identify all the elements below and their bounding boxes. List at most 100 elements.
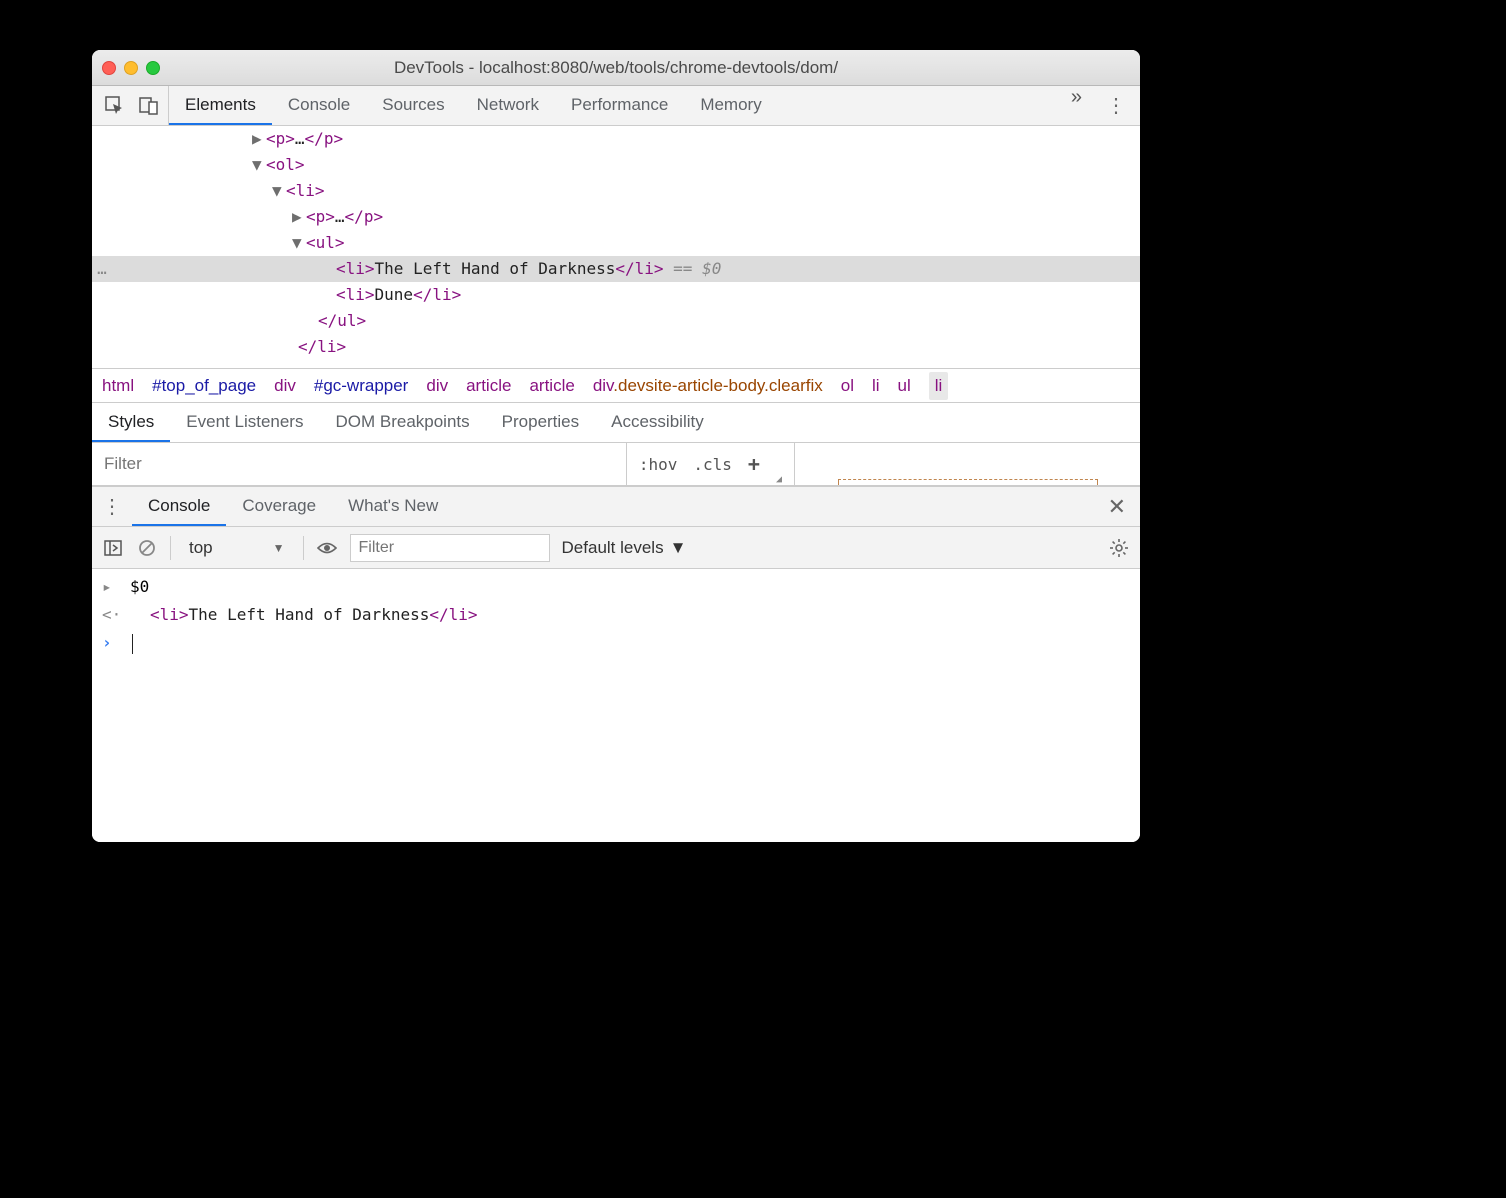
drawer-tab-console[interactable]: Console: [132, 487, 226, 526]
console-content: [124, 629, 133, 657]
dom-node[interactable]: ▼<li>: [92, 178, 1140, 204]
breadcrumb-item[interactable]: #top_of_page: [152, 376, 256, 396]
dom-node[interactable]: <li>Dune</li>: [92, 282, 1140, 308]
inspect-element-icon[interactable]: [104, 95, 126, 117]
styles-buttons: :hov .cls + ◢: [627, 443, 795, 485]
breadcrumb-item[interactable]: div: [426, 376, 448, 396]
input-caret[interactable]: [132, 634, 133, 654]
kebab-menu-icon: ⋮: [102, 494, 122, 519]
expand-arrow-icon[interactable]: ▶: [292, 204, 306, 230]
expand-arrow-icon[interactable]: ▼: [292, 230, 306, 256]
close-window-button[interactable]: [102, 61, 116, 75]
breadcrumb-item[interactable]: article: [529, 376, 574, 396]
tab-memory[interactable]: Memory: [684, 86, 777, 125]
sidebar-tabs: StylesEvent ListenersDOM BreakpointsProp…: [92, 402, 1140, 442]
close-drawer-button[interactable]: ✕: [1094, 487, 1140, 526]
drawer-menu[interactable]: ⋮: [92, 487, 132, 526]
tab-elements[interactable]: Elements: [169, 86, 272, 125]
tab-sources[interactable]: Sources: [366, 86, 460, 125]
chevron-down-icon: ▼: [273, 541, 285, 555]
toolbar-left-icons: [92, 86, 169, 125]
window-title: DevTools - localhost:8080/web/tools/chro…: [92, 58, 1140, 78]
hov-toggle[interactable]: :hov: [635, 455, 682, 474]
expand-arrow-icon[interactable]: ▼: [272, 178, 286, 204]
console-settings-icon[interactable]: [1108, 537, 1130, 559]
styles-filter-row: :hov .cls + ◢: [92, 442, 1140, 486]
console-row: ▸$0: [92, 573, 1140, 601]
execution-context-select[interactable]: top ▼: [183, 536, 291, 560]
main-toolbar: ElementsConsoleSourcesNetworkPerformance…: [92, 86, 1140, 126]
margin-box-outline: [838, 479, 1098, 485]
elements-panel: ▶<p>…</p>▼<ol>▼<li>▶<p>…</p>▼<ul>…<li>Th…: [92, 126, 1140, 368]
breadcrumb-item[interactable]: div: [274, 376, 296, 396]
expand-icon[interactable]: ▸: [102, 573, 124, 601]
console-filter-input[interactable]: [350, 534, 550, 562]
drawer-tabs: ⋮ ConsoleCoverageWhat's New ✕: [92, 487, 1140, 527]
more-tabs-button[interactable]: »: [1061, 86, 1092, 125]
breadcrumb-item[interactable]: html: [102, 376, 134, 396]
dom-node[interactable]: ▼<ul>: [92, 230, 1140, 256]
sidebar-tab-accessibility[interactable]: Accessibility: [595, 403, 720, 442]
console-content: <li>The Left Hand of Darkness</li>: [124, 601, 478, 629]
prompt-icon: ›: [102, 629, 124, 657]
levels-label: Default levels: [562, 538, 664, 558]
dom-node[interactable]: </li>: [92, 334, 1140, 360]
minimize-window-button[interactable]: [124, 61, 138, 75]
device-toggle-icon[interactable]: [138, 95, 160, 117]
breadcrumb-item[interactable]: li: [872, 376, 880, 396]
titlebar: DevTools - localhost:8080/web/tools/chro…: [92, 50, 1140, 86]
tab-network[interactable]: Network: [461, 86, 555, 125]
styles-filter-input[interactable]: [92, 443, 627, 485]
separator: [303, 536, 304, 560]
traffic-lights: [102, 61, 160, 75]
breadcrumb-item[interactable]: #gc-wrapper: [314, 376, 409, 396]
console-toolbar: top ▼ Default levels ▼: [92, 527, 1140, 569]
drawer-tab-what-s-new[interactable]: What's New: [332, 487, 454, 526]
box-model-preview: [795, 443, 1140, 485]
console-sidebar-toggle-icon[interactable]: [102, 537, 124, 559]
breadcrumb-item[interactable]: div.devsite-article-body.clearfix: [593, 376, 823, 396]
breadcrumb-item[interactable]: li: [929, 372, 949, 400]
dom-node[interactable]: ▶<p>…</p>: [92, 126, 1140, 152]
kebab-menu-icon: ⋮: [1106, 93, 1126, 118]
sidebar-tab-dom-breakpoints[interactable]: DOM Breakpoints: [319, 403, 485, 442]
sidebar-tab-event-listeners[interactable]: Event Listeners: [170, 403, 319, 442]
dom-node[interactable]: ▼<ol>: [92, 152, 1140, 178]
log-levels-select[interactable]: Default levels ▼: [562, 538, 687, 558]
console-row: <·<li>The Left Hand of Darkness</li>: [92, 601, 1140, 629]
dom-node[interactable]: </ul>: [92, 308, 1140, 334]
tab-console[interactable]: Console: [272, 86, 366, 125]
clear-console-icon[interactable]: [136, 537, 158, 559]
dom-node[interactable]: …<li>The Left Hand of Darkness</li> == $…: [92, 256, 1140, 282]
console-content: $0: [124, 573, 149, 601]
devtools-window: DevTools - localhost:8080/web/tools/chro…: [92, 50, 1140, 842]
sidebar-tab-properties[interactable]: Properties: [486, 403, 595, 442]
breadcrumb-item[interactable]: ol: [841, 376, 854, 396]
drawer: ⋮ ConsoleCoverageWhat's New ✕ top ▼: [92, 486, 1140, 842]
console-body[interactable]: ▸$0<·<li>The Left Hand of Darkness</li>›: [92, 569, 1140, 842]
main-tabs: ElementsConsoleSourcesNetworkPerformance…: [169, 86, 1061, 125]
expand-arrow-icon[interactable]: ▼: [252, 152, 266, 178]
expand-arrow-icon[interactable]: ▶: [252, 126, 266, 152]
new-style-rule-button[interactable]: +: [744, 452, 764, 476]
zoom-window-button[interactable]: [146, 61, 160, 75]
cls-toggle[interactable]: .cls: [689, 455, 736, 474]
separator: [170, 536, 171, 560]
breadcrumb-item[interactable]: ul: [898, 376, 911, 396]
sidebar-tab-styles[interactable]: Styles: [92, 403, 170, 442]
return-icon: <·: [102, 601, 124, 629]
dom-breadcrumb: html #top_of_page div #gc-wrapper div article…: [92, 368, 1140, 402]
close-icon: ✕: [1108, 494, 1126, 520]
console-row: ›: [92, 629, 1140, 657]
live-expression-icon[interactable]: [316, 537, 338, 559]
context-label: top: [189, 538, 213, 558]
tab-performance[interactable]: Performance: [555, 86, 684, 125]
dom-tree[interactable]: ▶<p>…</p>▼<ol>▼<li>▶<p>…</p>▼<ul>…<li>Th…: [92, 126, 1140, 360]
breadcrumb-item[interactable]: article: [466, 376, 511, 396]
toolbar-menu[interactable]: ⋮: [1092, 86, 1140, 125]
chevron-down-icon: ▼: [670, 538, 687, 558]
drawer-tab-coverage[interactable]: Coverage: [226, 487, 332, 526]
selected-gutter: …: [92, 256, 112, 282]
dom-node[interactable]: ▶<p>…</p>: [92, 204, 1140, 230]
resize-corner-icon: ◢: [772, 474, 786, 485]
